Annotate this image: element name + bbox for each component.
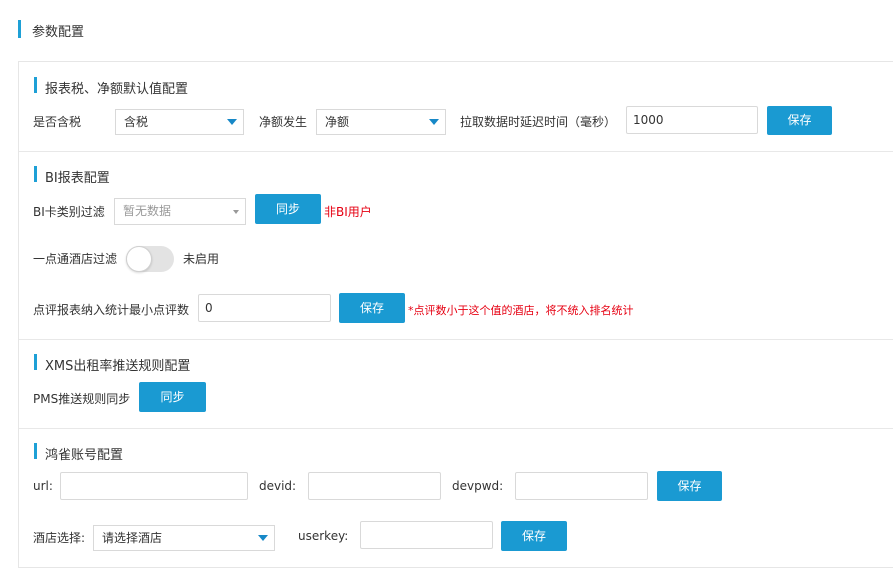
card-filter-select[interactable]: 暂无数据 [114, 198, 246, 225]
userkey-input[interactable] [360, 521, 493, 549]
card-filter-placeholder: 暂无数据 [123, 204, 172, 218]
section-divider [19, 151, 893, 152]
net-select-value: 净额 [325, 115, 350, 129]
card-filter-label: BI卡类别过滤 [33, 205, 105, 219]
min-review-save-button[interactable]: 保存 [339, 293, 405, 323]
net-select[interactable]: 净额 [316, 109, 446, 135]
pms-sync-button[interactable]: 同步 [139, 382, 206, 412]
tax-select-value: 含税 [124, 115, 149, 129]
min-review-label: 点评报表纳入统计最小点评数 [33, 303, 190, 317]
tax-save-button[interactable]: 保存 [767, 106, 832, 135]
min-review-note: *点评数小于这个值的酒店，将不统入排名统计 [408, 304, 634, 317]
hotel-select-value: 请选择酒店 [102, 531, 163, 545]
toggle-knob [126, 246, 152, 272]
devid-input[interactable] [308, 472, 441, 500]
chevron-down-icon [258, 535, 268, 541]
section-accent [34, 77, 37, 93]
chevron-down-icon [233, 210, 239, 214]
url-input[interactable] [60, 472, 248, 500]
min-review-input[interactable]: 0 [198, 294, 331, 322]
hotel-filter-state: 未启用 [183, 252, 220, 266]
delay-input[interactable]: 1000 [626, 106, 758, 134]
hotel-select-label: 酒店选择: [33, 531, 86, 545]
hq-save-button[interactable]: 保存 [657, 471, 722, 501]
section-accent [34, 354, 37, 370]
userkey-label: userkey: [298, 529, 349, 543]
bi-sync-button[interactable]: 同步 [255, 194, 321, 224]
hotel-filter-label: 一点通酒店过滤 [33, 252, 118, 266]
userkey-save-button[interactable]: 保存 [501, 521, 567, 551]
hotel-select[interactable]: 请选择酒店 [93, 525, 275, 551]
chevron-down-icon [227, 119, 237, 125]
page-title: 参数配置 [32, 25, 85, 40]
section-accent [34, 443, 37, 459]
tax-section-title: 报表税、净额默认值配置 [45, 82, 189, 97]
tax-select[interactable]: 含税 [115, 109, 244, 135]
section-divider [19, 339, 893, 340]
section-divider [19, 428, 893, 429]
bi-section-title: BI报表配置 [45, 171, 110, 186]
net-label: 净额发生 [259, 115, 308, 129]
hotel-filter-toggle[interactable] [126, 246, 174, 272]
devpwd-label: devpwd: [452, 479, 504, 493]
page-title-accent [18, 20, 21, 38]
tax-label: 是否含税 [33, 115, 82, 129]
non-bi-note: 非BI用户 [324, 205, 372, 219]
pms-label: PMS推送规则同步 [33, 392, 131, 406]
chevron-down-icon [429, 119, 439, 125]
section-accent [34, 166, 37, 182]
xms-section-title: XMS出租率推送规则配置 [45, 359, 191, 374]
hq-section-title: 鸿雀账号配置 [45, 448, 124, 463]
delay-label: 拉取数据时延迟时间（毫秒） [460, 115, 617, 129]
url-label: url: [33, 479, 53, 493]
devid-label: devid: [259, 479, 297, 493]
devpwd-input[interactable] [515, 472, 648, 500]
